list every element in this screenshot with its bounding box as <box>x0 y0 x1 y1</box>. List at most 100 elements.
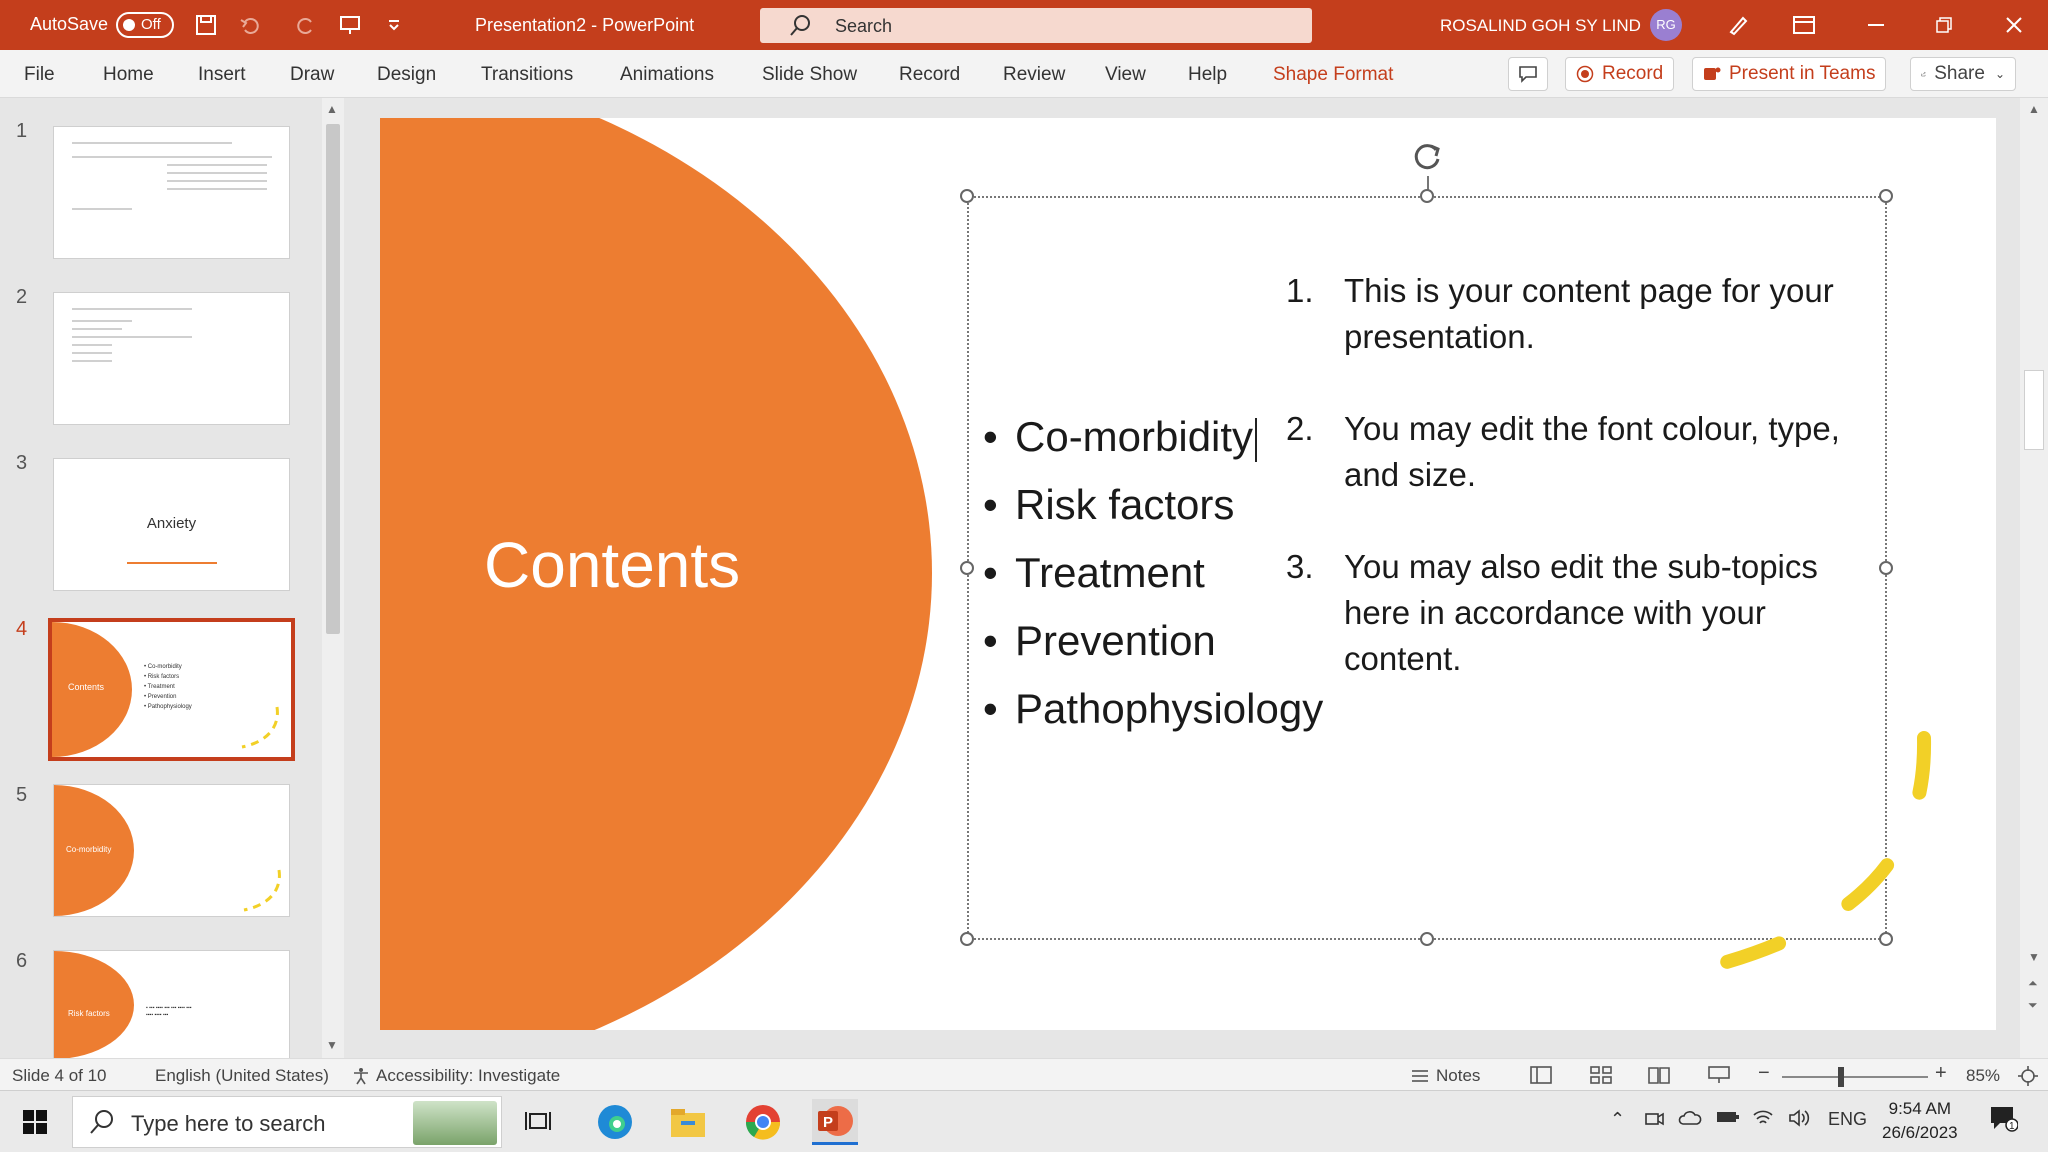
accessibility-status[interactable]: Accessibility: Investigate <box>352 1066 560 1086</box>
redo-icon[interactable] <box>292 11 320 39</box>
close-icon[interactable] <box>1994 8 2034 42</box>
search-icon <box>788 14 812 43</box>
present-from-start-icon[interactable] <box>336 11 364 39</box>
customize-toolbar-icon[interactable] <box>380 11 408 39</box>
zoom-out-icon[interactable]: − <box>1758 1062 1770 1085</box>
scrollbar-thumb[interactable] <box>2024 370 2044 450</box>
tab-record[interactable]: Record <box>899 64 960 86</box>
record-button[interactable]: Record <box>1565 57 1675 91</box>
meet-now-icon[interactable] <box>1644 1109 1664 1134</box>
slide-thumbnail-1[interactable] <box>53 126 290 259</box>
thumb-orange-shape <box>54 951 134 1059</box>
system-clock[interactable]: 9:54 AM 26/6/2023 <box>1882 1097 1958 1145</box>
slide-title[interactable]: Contents <box>484 528 740 602</box>
file-explorer-icon[interactable] <box>665 1099 711 1145</box>
minimize-icon[interactable] <box>1856 8 1896 42</box>
document-title: Presentation2 - PowerPoint <box>475 15 695 35</box>
search-box[interactable]: Search <box>760 8 1312 43</box>
autosave-label: AutoSave <box>30 14 109 34</box>
ribbon-tabs: File Home Insert Draw Design Transitions… <box>0 50 2048 98</box>
search-placeholder: Search <box>835 16 893 36</box>
current-slide[interactable]: Contents Co-morbidity Risk factors Treat… <box>380 118 1996 1030</box>
zoom-level[interactable]: 85% <box>1966 1066 2000 1086</box>
slideshow-view-icon[interactable] <box>1708 1066 1730 1089</box>
input-language[interactable]: ENG <box>1828 1109 1867 1130</box>
slide-thumbnail-pane: 1 2 3 Anxiety 4 Contents • Co-morbidity … <box>0 98 350 1060</box>
notes-button[interactable]: Notes <box>1410 1066 1480 1086</box>
slide-thumbnail-3[interactable]: Anxiety <box>53 458 290 591</box>
slide-thumbnail-5[interactable]: Co-morbidity <box>53 784 290 917</box>
volume-icon[interactable] <box>1788 1109 1810 1132</box>
present-in-teams-button[interactable]: Present in Teams <box>1692 57 1887 91</box>
share-button[interactable]: Share ⌄ <box>1910 57 2016 91</box>
tab-draw[interactable]: Draw <box>290 64 334 86</box>
resize-handle[interactable] <box>960 932 974 946</box>
ribbon-display-icon[interactable] <box>1784 8 1824 42</box>
language-status[interactable]: English (United States) <box>155 1066 329 1086</box>
slide-sorter-icon[interactable] <box>1590 1066 1612 1089</box>
autosave-toggle[interactable]: Off <box>116 12 174 38</box>
resize-handle[interactable] <box>960 561 974 575</box>
restore-icon[interactable] <box>1924 8 1964 42</box>
thumb-underline <box>127 562 217 564</box>
resize-handle[interactable] <box>1420 932 1434 946</box>
onedrive-icon[interactable] <box>1678 1109 1702 1132</box>
reading-view-icon[interactable] <box>1648 1066 1670 1089</box>
comment-icon <box>1519 66 1537 83</box>
powerpoint-app-icon[interactable]: P <box>812 1099 858 1145</box>
pen-icon[interactable] <box>1724 11 1752 39</box>
resize-handle[interactable] <box>1879 561 1893 575</box>
resize-handle[interactable] <box>1420 189 1434 203</box>
tab-review[interactable]: Review <box>1003 64 1065 86</box>
comments-button[interactable] <box>1508 57 1548 91</box>
rotate-handle-icon[interactable] <box>1407 136 1447 181</box>
notification-icon[interactable]: 1 <box>1988 1103 2019 1138</box>
zoom-slider[interactable] <box>1782 1076 1928 1078</box>
tab-home[interactable]: Home <box>103 64 154 86</box>
tab-insert[interactable]: Insert <box>198 64 246 86</box>
windows-start-icon[interactable] <box>12 1099 58 1145</box>
scroll-up-icon[interactable]: ▲ <box>2028 102 2040 116</box>
windows-taskbar: Type here to search P ⌃ ENG 9:54 AM 26/6… <box>0 1090 2048 1152</box>
user-name[interactable]: ROSALIND GOH SY LIND <box>1440 16 1641 36</box>
tab-file[interactable]: File <box>24 64 55 86</box>
tab-view[interactable]: View <box>1105 64 1146 86</box>
thumb-title: Co-morbidity <box>66 845 112 854</box>
undo-icon[interactable] <box>236 11 264 39</box>
save-icon[interactable] <box>192 11 220 39</box>
previous-slide-icon[interactable]: ⏶ <box>2028 976 2038 991</box>
next-slide-icon[interactable]: ⏷ <box>2028 998 2038 1013</box>
tab-design[interactable]: Design <box>377 64 436 86</box>
zoom-in-icon[interactable]: + <box>1935 1062 1947 1085</box>
zoom-slider-thumb[interactable] <box>1838 1067 1844 1087</box>
tab-help[interactable]: Help <box>1188 64 1227 86</box>
chrome-browser-icon[interactable] <box>740 1099 786 1145</box>
scrollbar-thumb[interactable] <box>326 124 340 634</box>
slide-thumbnail-6[interactable]: Risk factors ▪ ▪▪▪ ▪▪▪▪ ▪▪▪ ▪▪▪ ▪▪▪▪ ▪▪▪… <box>53 950 290 1060</box>
task-view-icon[interactable] <box>515 1099 561 1145</box>
fit-slide-icon[interactable] <box>2018 1066 2038 1091</box>
scroll-down-icon[interactable]: ▼ <box>2028 950 2040 964</box>
battery-icon[interactable] <box>1716 1109 1740 1130</box>
avatar[interactable]: RG <box>1650 9 1682 41</box>
taskbar-search[interactable]: Type here to search <box>72 1096 502 1148</box>
toggle-knob <box>123 19 135 31</box>
resize-handle[interactable] <box>960 189 974 203</box>
thumb-bullets: • Co-morbidity • Risk factors • Treatmen… <box>144 664 192 710</box>
wifi-icon[interactable] <box>1752 1109 1774 1132</box>
slide-thumbnail-4[interactable]: Contents • Co-morbidity • Risk factors •… <box>48 618 295 761</box>
scroll-down-icon[interactable]: ▼ <box>326 1038 338 1052</box>
tab-slide-show[interactable]: Slide Show <box>762 64 857 86</box>
slide-thumbnail-2[interactable] <box>53 292 290 425</box>
resize-handle[interactable] <box>1879 189 1893 203</box>
scroll-up-icon[interactable]: ▲ <box>326 102 338 116</box>
tab-transitions[interactable]: Transitions <box>481 64 573 86</box>
edge-browser-icon[interactable] <box>592 1099 638 1145</box>
chevron-up-icon[interactable]: ⌃ <box>1610 1109 1625 1130</box>
thumbnail-scrollbar[interactable]: ▲ ▼ <box>322 98 344 1058</box>
tab-animations[interactable]: Animations <box>620 64 714 86</box>
tab-shape-format[interactable]: Shape Format <box>1273 64 1393 86</box>
dashed-arc-decoration[interactable] <box>1630 718 1990 1030</box>
canvas-scrollbar[interactable]: ▲ ▼ ⏶ ⏷ <box>2020 98 2048 1058</box>
normal-view-icon[interactable] <box>1530 1066 1552 1089</box>
